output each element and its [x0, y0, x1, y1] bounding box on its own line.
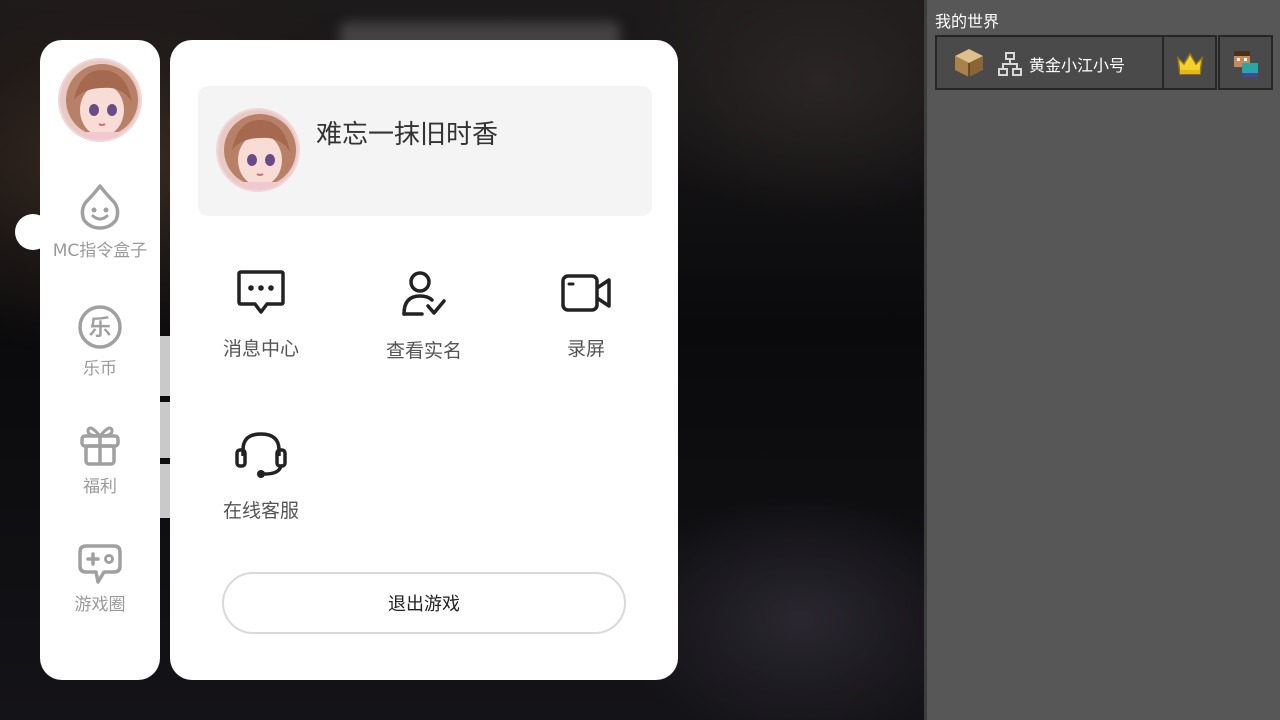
exit-game-button[interactable]: 退出游戏 [222, 572, 626, 634]
smiley-drop-icon [80, 184, 120, 230]
tile-label: 录屏 [566, 338, 605, 360]
network-icon [998, 52, 1022, 76]
avatar-image [60, 60, 140, 140]
sidebar-item-label: MC指令盒子 [52, 241, 148, 261]
screen-record-button[interactable]: 录屏 [521, 268, 651, 361]
tile-label: 消息中心 [222, 338, 299, 360]
gamepad-icon [78, 544, 122, 584]
gift-icon [80, 426, 120, 466]
sidebar-item-le-coin[interactable]: 乐 乐币 [40, 304, 160, 379]
sidebar-item-mc-command-box[interactable]: MC指令盒子 [40, 182, 160, 261]
profile-avatar [216, 108, 300, 192]
message-center-button[interactable]: 消息中心 [196, 268, 326, 361]
le-coin-icon: 乐 [78, 305, 122, 349]
profile-card[interactable]: 难忘一抹旧时香 [198, 86, 652, 216]
crown-icon [1176, 52, 1204, 75]
tile-label: 查看实名 [385, 340, 462, 362]
sidebar: MC指令盒子 乐 乐币 福利 游戏圈 [40, 40, 160, 680]
profile-name: 难忘一抹旧时香 [316, 120, 499, 150]
sidebar-item-welfare[interactable]: 福利 [40, 420, 160, 497]
coin-glyph: 乐 [89, 316, 111, 341]
sidebar-item-label: 乐币 [83, 359, 117, 379]
avatar-image [218, 110, 298, 190]
server-row[interactable]: 黄金小江小号 [935, 35, 1164, 90]
server-name: 黄金小江小号 [1029, 56, 1126, 75]
character-skin-icon [1234, 51, 1258, 77]
tile-label: 在线客服 [222, 500, 299, 522]
video-record-icon [561, 274, 611, 312]
world-panel-title: 我的世界 [935, 12, 1000, 31]
crate-icon [955, 49, 983, 77]
sidebar-item-label: 福利 [83, 477, 117, 497]
headset-icon [235, 432, 287, 478]
world-panel: 我的世界 黄金小江小号 [924, 0, 1280, 720]
crown-button[interactable] [1162, 35, 1217, 90]
view-real-name-button[interactable]: 查看实名 [359, 268, 489, 363]
sidebar-avatar[interactable] [58, 58, 142, 142]
user-verify-icon [402, 271, 446, 316]
sidebar-item-game-circle[interactable]: 游戏圈 [40, 540, 160, 615]
customer-service-button[interactable]: 在线客服 [196, 428, 326, 523]
drag-handle[interactable] [15, 214, 51, 250]
message-icon [237, 270, 285, 314]
account-panel: 难忘一抹旧时香 消息中心 查看实名 录屏 在线客服 退出游戏 [170, 40, 678, 680]
skin-button[interactable] [1218, 35, 1273, 90]
sidebar-item-label: 游戏圈 [74, 595, 126, 615]
